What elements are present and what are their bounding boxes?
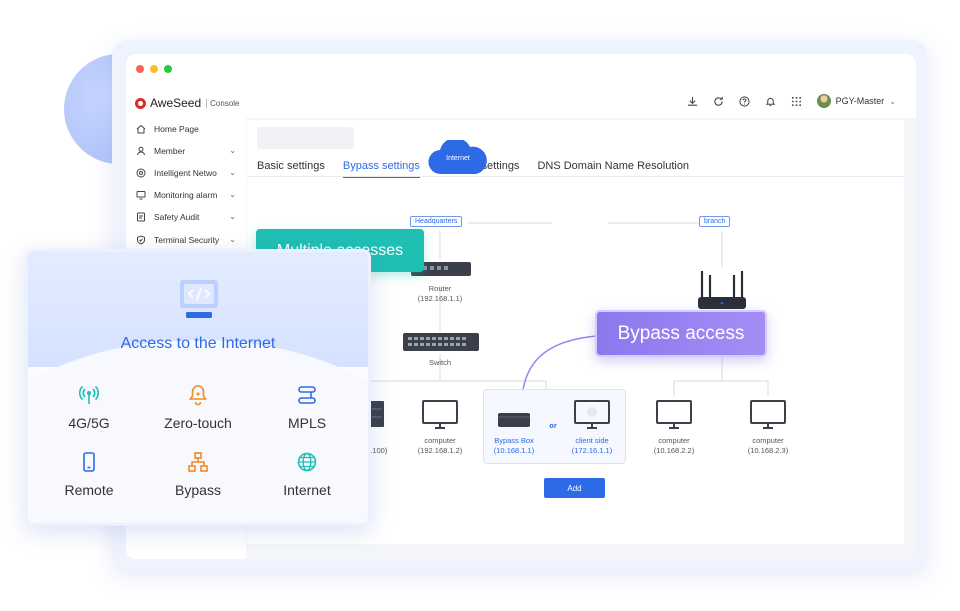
router-label: Router <box>428 284 452 293</box>
computer-3-ip: (10.168.2.2) <box>653 446 695 455</box>
chevron-down-icon: ⌄ <box>889 96 896 106</box>
apps-grid-icon[interactable] <box>791 95 803 107</box>
feature-4g5g[interactable]: 4G/5G <box>44 383 134 431</box>
feature-label: MPLS <box>287 415 327 431</box>
title-placeholder <box>257 127 354 149</box>
feature-label: Bypass <box>175 482 221 498</box>
bypass-box-ip: (10.168.1.1) <box>493 446 535 455</box>
monitor-icon <box>136 190 146 200</box>
feature-label: 4G/5G <box>68 415 110 431</box>
user-name: PGY-Master <box>835 96 885 106</box>
feature-remote[interactable]: Remote <box>44 450 134 498</box>
computer-2-ip: (192.168.1.2) <box>417 446 463 455</box>
sidebar-item-label: Monitoring alarm <box>154 190 218 200</box>
computer-4-icon <box>750 400 786 429</box>
globe-icon <box>295 450 319 474</box>
help-icon[interactable] <box>739 95 751 107</box>
sidebar-item-label: Home Page <box>154 124 199 134</box>
computer-2-label: computer <box>424 436 456 445</box>
top-bar: AweSeed Console PGY-Master ⌄ <box>126 88 916 118</box>
feature-bypass[interactable]: Bypass <box>153 450 243 498</box>
logo[interactable]: AweSeed Console <box>135 96 240 110</box>
sidebar-item-safety-audit[interactable]: Safety Audit ⌄ <box>136 209 236 225</box>
chevron-down-icon: ⌄ <box>229 146 236 155</box>
close-dot[interactable] <box>136 65 144 73</box>
user-menu[interactable]: PGY-Master ⌄ <box>816 94 896 108</box>
chevron-down-icon: ⌄ <box>229 235 236 244</box>
bypass-box-label: Bypass Box <box>494 436 534 445</box>
logo-icon <box>135 97 146 109</box>
minimize-dot[interactable] <box>150 65 158 73</box>
chevron-down-icon: ⌄ <box>229 168 236 177</box>
computer-4-label: computer <box>752 436 784 445</box>
feature-zero-touch[interactable]: Zero-touch <box>153 383 243 431</box>
computer-2-icon <box>422 400 458 429</box>
mpls-icon <box>295 383 319 407</box>
network-icon <box>136 168 146 178</box>
bell-icon[interactable] <box>765 95 777 107</box>
sidebar-item-monitoring-alarm[interactable]: Monitoring alarm ⌄ <box>136 187 236 203</box>
sidebar-item-home[interactable]: Home Page <box>136 121 236 137</box>
add-button[interactable]: Add <box>544 478 605 498</box>
branch-tag: branch <box>699 216 731 227</box>
logo-suffix: Console <box>206 98 240 108</box>
wireless-router-icon <box>698 271 746 309</box>
or-label: or <box>549 421 557 430</box>
code-screen-icon <box>180 280 218 318</box>
client-side-label: client side <box>575 436 609 445</box>
logo-text: AweSeed <box>150 96 202 110</box>
card-title: Access to the Internet <box>120 335 276 352</box>
top-actions: PGY-Master ⌄ <box>687 94 896 108</box>
switch-label: Switch <box>428 358 452 367</box>
sidebar-item-label: Safety Audit <box>154 212 200 222</box>
audit-icon <box>136 212 146 222</box>
chevron-down-icon: ⌄ <box>229 190 236 199</box>
access-card: Access to the Internet 4G/5G Zero-touch … <box>25 249 371 526</box>
avatar <box>816 94 831 108</box>
sidebar-item-label: Intelligent Netwo <box>154 168 217 178</box>
refresh-icon[interactable] <box>713 95 725 107</box>
client-side-ip: (172.16.1.1) <box>571 446 613 455</box>
computer-4-ip: (10.168.2.3) <box>747 446 789 455</box>
switch-icon <box>403 333 479 351</box>
card-arc <box>28 340 368 523</box>
stage: AweSeed Console PGY-Master ⌄ Home Page M… <box>0 0 960 611</box>
sidebar-item-terminal-security[interactable]: Terminal Security ⌄ <box>136 232 236 248</box>
feature-label: Remote <box>64 482 114 498</box>
internet-label: Internet <box>446 155 470 162</box>
sidebar-item-intelligent-network[interactable]: Intelligent Netwo ⌄ <box>136 165 236 181</box>
tabs-divider <box>247 176 904 177</box>
server-icon <box>370 401 384 427</box>
maximize-dot[interactable] <box>164 65 172 73</box>
chevron-down-icon: ⌄ <box>229 212 236 221</box>
bypass-access-callout: Bypass access <box>595 310 767 357</box>
computer-3-label: computer <box>658 436 690 445</box>
download-icon[interactable] <box>687 95 699 107</box>
computer-3-icon <box>656 400 692 429</box>
window-controls <box>136 65 172 73</box>
router-ip: (192.168.1.1) <box>417 294 463 303</box>
feature-mpls[interactable]: MPLS <box>262 383 352 431</box>
bypass-box-icon <box>498 413 530 427</box>
signal-icon <box>77 383 101 407</box>
feature-label: Zero-touch <box>164 415 232 431</box>
sidebar-item-label: Terminal Security <box>154 235 220 245</box>
phone-icon <box>77 450 101 474</box>
feature-internet[interactable]: Internet <box>262 450 352 498</box>
home-icon <box>136 124 146 134</box>
zero-touch-icon <box>186 383 210 407</box>
client-side-icon <box>574 400 610 429</box>
feature-label: Internet <box>283 482 331 498</box>
sidebar-item-member[interactable]: Member ⌄ <box>136 143 236 159</box>
bypass-icon <box>186 450 210 474</box>
user-icon <box>136 146 146 156</box>
sidebar-item-label: Member <box>154 146 186 156</box>
shield-icon <box>136 235 146 245</box>
headquarters-tag: Headquarters <box>410 216 463 227</box>
